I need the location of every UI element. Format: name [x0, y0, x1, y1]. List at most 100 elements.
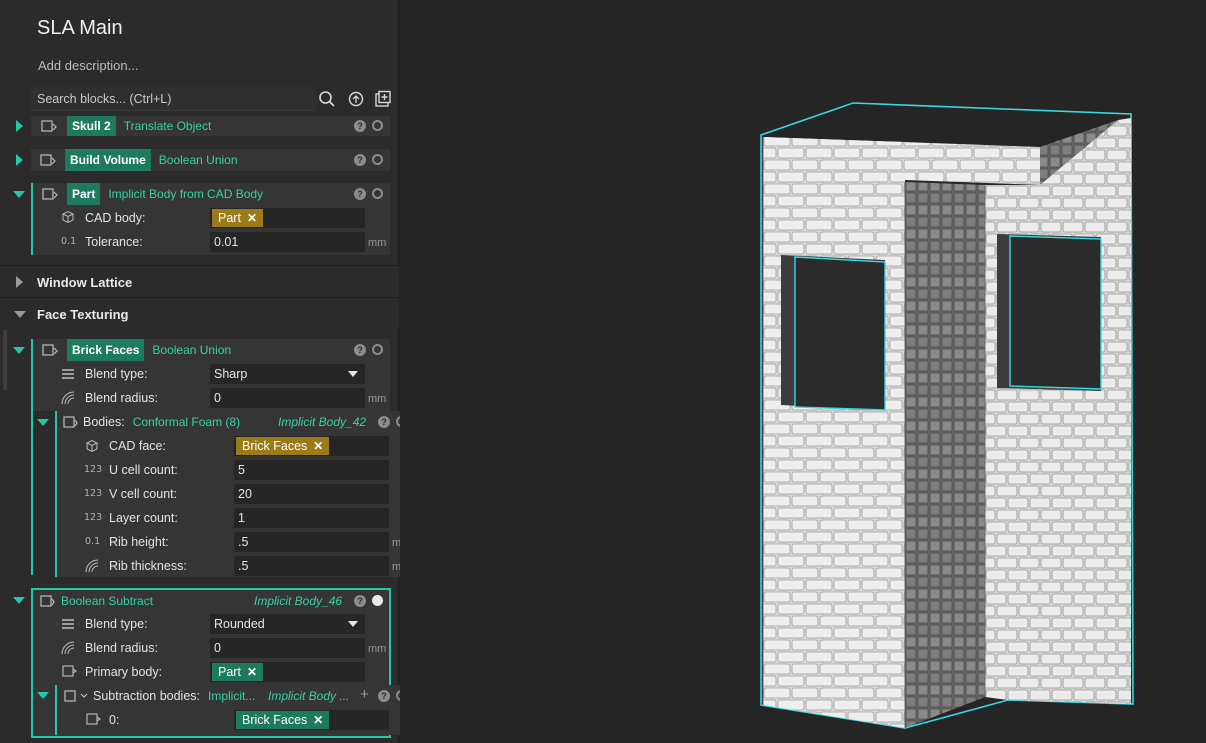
layer-count-input[interactable]: 1 — [234, 508, 389, 528]
number-icon: 123 — [84, 488, 103, 499]
visibility-icon[interactable] — [372, 344, 383, 355]
help-icon[interactable]: ? — [354, 188, 366, 200]
block-name-tag: Build Volume — [65, 149, 151, 171]
close-icon[interactable]: ✕ — [247, 209, 257, 227]
collapse-part-icon[interactable] — [13, 191, 25, 198]
block-operation: Implicit Body from CAD Body — [108, 187, 264, 201]
bodies-ref: Implicit Body_42 — [278, 415, 367, 429]
u-cell-label: U cell count: — [109, 463, 178, 477]
close-icon[interactable]: ✕ — [313, 711, 323, 729]
expand-section-icon[interactable] — [16, 276, 23, 288]
close-icon[interactable]: ✕ — [247, 663, 257, 681]
expand-skull-icon[interactable] — [16, 120, 23, 132]
visibility-icon[interactable] — [372, 154, 383, 165]
help-icon[interactable]: ? — [378, 416, 390, 428]
blend-type-select[interactable]: Rounded — [210, 614, 365, 634]
cad-body-label: CAD body: — [85, 211, 146, 225]
block-operation: Boolean Union — [152, 343, 232, 357]
expand-build-volume-icon[interactable] — [16, 154, 23, 166]
block-row-subtraction-bodies[interactable]: Subtraction bodies: Implicit... Implicit… — [57, 685, 414, 707]
number-icon: 123 — [84, 512, 103, 523]
chip-label: Brick Faces — [242, 439, 308, 453]
collapse-brick-icon[interactable] — [13, 347, 25, 354]
block-panel: SLA Main Add description... Search block… — [0, 0, 414, 743]
rib-thickness-input[interactable]: .5 — [234, 556, 389, 576]
collapse-section-icon[interactable] — [14, 311, 26, 318]
blend-type-label: Blend type: — [85, 617, 148, 631]
layer-count-label: Layer count: — [109, 511, 178, 525]
section-label: Face Texturing — [37, 307, 129, 322]
cad-body-chip[interactable]: Part ✕ — [212, 209, 263, 227]
plus-icon[interactable]: + — [360, 686, 369, 703]
v-cell-input[interactable]: 20 — [234, 484, 389, 504]
collapse-subtraction-icon[interactable] — [37, 692, 49, 699]
add-block-icon[interactable] — [373, 89, 393, 109]
tolerance-input[interactable]: 0.01 — [210, 232, 365, 252]
decimal-icon: 0.1 — [61, 236, 77, 247]
brick-block-line — [31, 339, 33, 575]
visibility-icon[interactable] — [372, 120, 383, 131]
subtraction-label: Subtraction bodies: — [93, 689, 201, 703]
block-row-bodies[interactable]: Bodies: Conformal Foam (8) Implicit Body… — [57, 411, 414, 433]
search-icon[interactable] — [317, 89, 337, 109]
blend-type-select[interactable]: Sharp — [210, 364, 365, 384]
block-row-brick-faces[interactable]: Brick Faces Boolean Union ? — [33, 339, 390, 361]
blend-radius-input[interactable]: 0 — [210, 638, 365, 658]
chevron-down-icon[interactable] — [348, 621, 358, 627]
collapse-subtract-icon[interactable] — [13, 597, 25, 604]
chip-label: Brick Faces — [242, 713, 308, 727]
primary-body-label: Primary body: — [85, 665, 163, 679]
primary-body-chip[interactable]: Part ✕ — [212, 663, 263, 681]
block-row-part[interactable]: Part Implicit Body from CAD Body ? — [33, 183, 390, 205]
block-name-tag: Brick Faces — [67, 339, 145, 361]
block-row-subtract[interactable]: Boolean Subtract Implicit Body_46 ? — [33, 590, 389, 612]
block-operation: Translate Object — [123, 119, 212, 133]
tolerance-label: Tolerance: — [85, 235, 143, 249]
refresh-icon[interactable] — [346, 89, 366, 109]
rib-height-input[interactable]: .5 — [234, 532, 389, 552]
blend-radius-unit: mm — [368, 643, 387, 655]
block-icon — [31, 118, 67, 134]
list-icon — [61, 368, 75, 383]
block-ref: Implicit Body_46 — [254, 594, 343, 608]
block-operation: Boolean Union — [158, 153, 238, 167]
chevron-down-icon[interactable] — [348, 371, 358, 377]
u-cell-input[interactable]: 5 — [234, 460, 389, 480]
3d-viewport[interactable] — [400, 0, 1206, 743]
help-icon[interactable]: ? — [354, 154, 366, 166]
block-icon — [33, 342, 67, 358]
visibility-icon[interactable] — [372, 595, 383, 606]
search-placeholder: Search blocks... (Ctrl+L) — [37, 92, 172, 106]
close-icon[interactable]: ✕ — [313, 437, 323, 455]
item-0-chip[interactable]: Brick Faces ✕ — [236, 711, 330, 729]
scrollbar[interactable] — [3, 330, 7, 390]
number-icon: 123 — [84, 464, 103, 475]
cad-face-chip[interactable]: Brick Faces ✕ — [236, 437, 330, 455]
radius-icon — [60, 640, 76, 659]
block-icon — [57, 414, 83, 430]
section-face-texturing[interactable]: Face Texturing — [0, 297, 399, 329]
block-row-build-volume[interactable]: Build Volume Boolean Union ? — [31, 149, 390, 171]
blend-radius-label: Blend radius: — [85, 391, 158, 405]
item-0-label: 0: — [109, 713, 120, 727]
chip-label: Part — [218, 665, 241, 679]
block-row-skull[interactable]: Skull 2 Translate Object ? — [31, 116, 390, 136]
visibility-icon[interactable] — [372, 188, 383, 199]
collapse-bodies-icon[interactable] — [37, 419, 49, 426]
v-cell-label: V cell count: — [109, 487, 178, 501]
bodies-value: Conformal Foam (8) — [132, 415, 241, 429]
help-icon[interactable]: ? — [354, 120, 366, 132]
section-window-lattice[interactable]: Window Lattice — [0, 265, 399, 297]
rib-thickness-label: Rib thickness: — [109, 559, 187, 573]
bodies-block-line — [55, 411, 57, 577]
description-field[interactable]: Add description... — [38, 58, 138, 73]
help-icon[interactable]: ? — [378, 690, 390, 702]
block-icon — [57, 688, 93, 704]
blend-type-label: Blend type: — [85, 367, 148, 381]
block-name: Boolean Subtract — [61, 594, 154, 608]
decimal-icon: 0.1 — [85, 536, 101, 547]
radius-icon — [60, 390, 76, 409]
blend-radius-input[interactable]: 0 — [210, 388, 365, 408]
help-icon[interactable]: ? — [354, 595, 366, 607]
help-icon[interactable]: ? — [354, 344, 366, 356]
